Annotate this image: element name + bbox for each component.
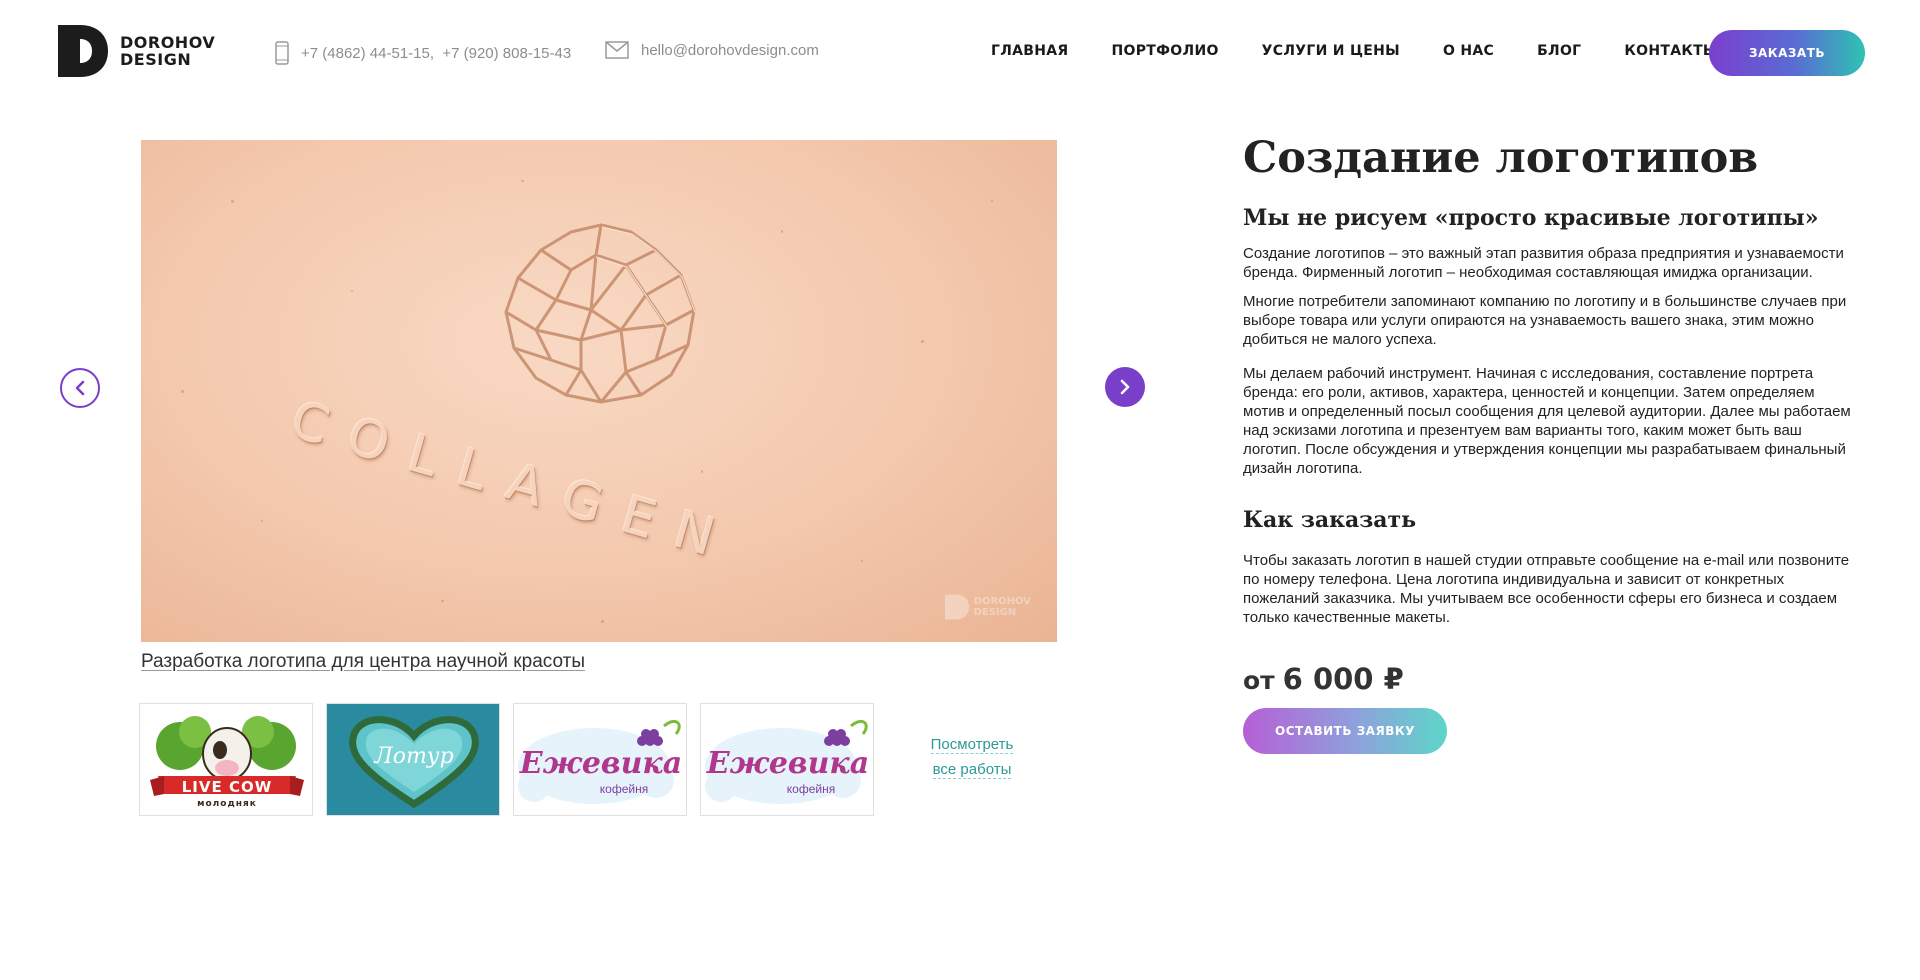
- view-all-line2[interactable]: все работы: [932, 761, 1012, 779]
- brand-logo[interactable]: DOROHOV DESIGN: [58, 25, 215, 77]
- live-cow-subtitle: молодняк: [197, 799, 257, 809]
- submit-request-button[interactable]: ОСТАВИТЬ ЗАЯВКУ: [1243, 708, 1447, 754]
- watermark-line2: DESIGN: [973, 607, 1017, 618]
- thumbnail-live-cow[interactable]: LIVE COW молодняк: [139, 703, 313, 816]
- ezhevika-title-2: Ежевика: [706, 746, 870, 781]
- brand-name: DOROHOV DESIGN: [120, 34, 215, 68]
- nav-item-services[interactable]: УСЛУГИ И ЦЕНЫ: [1262, 43, 1400, 59]
- section-subtitle: Мы не рисуем «просто красивые логотипы»: [1243, 205, 1819, 231]
- chevron-right-icon: [1120, 379, 1130, 395]
- thumbnail-ezhevika-1[interactable]: Ежевика кофейня: [513, 703, 687, 816]
- paragraph-intro: Создание логотипов – это важный этап раз…: [1243, 245, 1844, 281]
- site-header: DOROHOV DESIGN +7 (4862) 44-51-15, +7 (9…: [0, 0, 1920, 105]
- email-address[interactable]: hello@dorohovdesign.com: [641, 42, 819, 59]
- price-prefix: от: [1243, 666, 1275, 695]
- email-contact[interactable]: hello@dorohovdesign.com: [605, 41, 819, 59]
- slide-caption-link[interactable]: Разработка логотипа для центра научной к…: [141, 651, 585, 673]
- thumbnail-lotur[interactable]: Лотур: [326, 703, 500, 816]
- nav-item-blog[interactable]: БЛОГ: [1537, 43, 1581, 59]
- slider-next-button[interactable]: [1105, 367, 1145, 407]
- brand-name-line1: DOROHOV: [120, 33, 216, 52]
- order-button[interactable]: ЗАКАЗАТЬ: [1709, 30, 1865, 76]
- nav-item-about[interactable]: О НАС: [1443, 43, 1494, 59]
- brand-name-line2: DESIGN: [120, 50, 192, 69]
- price-value: 6 000 ₽: [1282, 662, 1404, 696]
- main-nav: ГЛАВНАЯ ПОРТФОЛИО УСЛУГИ И ЦЕНЫ О НАС БЛ…: [991, 43, 1761, 59]
- how-to-order-title: Как заказать: [1243, 507, 1417, 533]
- phone-icon: [275, 41, 289, 65]
- price-block: от 6 000 ₽: [1243, 662, 1859, 696]
- paragraph-process: Мы делаем рабочий инструмент. Начиная с …: [1243, 365, 1851, 477]
- live-cow-title: LIVE COW: [181, 778, 273, 796]
- page-title: Создание логотипов: [1243, 133, 1759, 183]
- ezhevika-title-1: Ежевика: [519, 746, 683, 781]
- ezhevika-subtitle-2: кофейня: [786, 782, 836, 796]
- slider-prev-button[interactable]: [60, 368, 100, 408]
- paragraph-recognition: Многие потребители запоминают компанию п…: [1243, 293, 1847, 348]
- mail-icon: [605, 41, 629, 59]
- how-to-order-text: Чтобы заказать логотип в нашей студии от…: [1243, 552, 1850, 626]
- thumbnail-ezhevika-2[interactable]: Ежевика кофейня: [700, 703, 874, 816]
- collagen-wordmark: COLLAGEN: [284, 390, 743, 575]
- service-description: Создание логотипов Мы не рисуем «просто …: [1243, 132, 1859, 754]
- thumbnail-strip: LIVE COW молодняк Лотур Ежевика кофейня: [139, 703, 887, 816]
- view-all-works-link[interactable]: Посмотреть все работы: [927, 732, 1017, 782]
- chevron-left-icon: [75, 380, 85, 396]
- lotur-title: Лотур: [374, 744, 454, 769]
- slide-watermark: DOROHOV DESIGN: [944, 594, 1031, 620]
- nav-item-contacts[interactable]: КОНТАКТЫ: [1624, 43, 1717, 59]
- collagen-emblem: [504, 223, 696, 404]
- ezhevika-subtitle-1: кофейня: [599, 782, 649, 796]
- logo-d-icon: [58, 25, 108, 77]
- watermark-line1: DOROHOV: [973, 596, 1031, 607]
- watermark-logo-icon: [944, 594, 969, 620]
- view-all-line1[interactable]: Посмотреть: [930, 736, 1014, 754]
- nav-item-home[interactable]: ГЛАВНАЯ: [991, 43, 1069, 59]
- phone-numbers[interactable]: +7 (4862) 44-51-15, +7 (920) 808-15-43: [301, 45, 571, 62]
- nav-item-portfolio[interactable]: ПОРТФОЛИО: [1112, 43, 1219, 59]
- slide-image: COLLAGEN DOROHOV DESIGN: [141, 140, 1057, 642]
- phone-contact[interactable]: +7 (4862) 44-51-15, +7 (920) 808-15-43: [275, 41, 571, 65]
